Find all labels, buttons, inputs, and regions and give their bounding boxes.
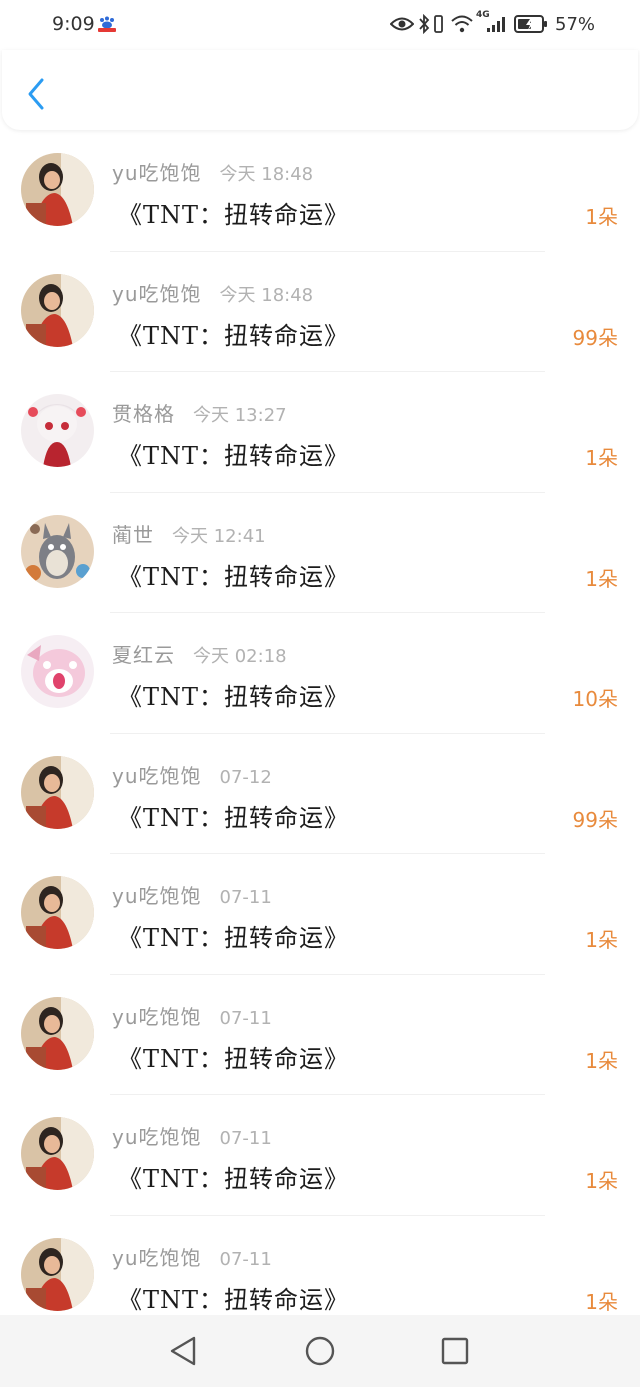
gift-meta: 蔺世 今天 12:41	[112, 519, 266, 548]
gift-meta: yu吃饱饱 今天 18:48	[112, 157, 313, 186]
list-item[interactable]: yu吃饱饱 今天 18:48 《TNT：扭转命运》 1朵	[0, 131, 640, 252]
avatar[interactable]	[21, 996, 94, 1070]
header-bar	[2, 50, 638, 130]
sender-name[interactable]: yu吃饱饱	[112, 161, 202, 185]
sender-name[interactable]: 蔺世	[112, 523, 154, 547]
list-item[interactable]: yu吃饱饱 今天 18:48 《TNT：扭转命运》 99朵	[0, 252, 640, 372]
gift-title: 《TNT：扭转命运》	[118, 442, 350, 470]
gift-count: 99朵	[572, 807, 618, 832]
gift-time: 07-11	[219, 1007, 272, 1029]
list-item[interactable]: 贯格格 今天 13:27 《TNT：扭转命运》 1朵	[0, 372, 640, 493]
status-bar: 9:09 4G 57%	[0, 0, 640, 50]
sender-name[interactable]: yu吃饱饱	[112, 282, 202, 306]
sender-name[interactable]: yu吃饱饱	[112, 764, 202, 788]
gift-time: 今天 13:27	[193, 405, 287, 426]
gift-title: 《TNT：扭转命运》	[118, 201, 350, 229]
back-button[interactable]	[20, 76, 52, 116]
sender-name[interactable]: yu吃饱饱	[112, 884, 202, 908]
sender-name[interactable]: 夏红云	[112, 643, 175, 667]
list-item[interactable]: 蔺世 今天 12:41 《TNT：扭转命运》 1朵	[0, 493, 640, 613]
bluetooth-icon	[418, 13, 430, 38]
gift-time: 07-11	[219, 887, 272, 908]
gift-time: 07-11	[219, 1128, 272, 1149]
gift-title: 《TNT：扭转命运》	[118, 924, 350, 952]
back-triangle-icon	[168, 1335, 198, 1371]
gift-time: 今天 18:48	[219, 284, 314, 306]
gift-count: 1朵	[585, 1289, 618, 1314]
gift-count: 10朵	[572, 687, 618, 711]
sender-name[interactable]: 贯格格	[112, 402, 175, 426]
avatar[interactable]	[21, 1117, 94, 1190]
battery-charging-icon	[514, 15, 548, 37]
avatar[interactable]	[21, 514, 94, 588]
gift-title: 《TNT：扭转命运》	[118, 803, 350, 832]
gift-count: 1朵	[585, 1169, 618, 1193]
gift-count: 1朵	[585, 1048, 618, 1073]
wifi-icon	[450, 14, 474, 38]
gift-time: 今天 02:18	[193, 646, 287, 667]
eye-icon	[389, 15, 415, 37]
gift-count: 1朵	[585, 928, 618, 952]
gift-time: 今天 18:48	[219, 164, 314, 185]
gift-time: 07-12	[219, 766, 272, 788]
gift-count: 1朵	[585, 566, 618, 591]
gift-meta: 夏红云 今天 02:18	[112, 639, 287, 668]
gift-meta: yu吃饱饱 07-11	[112, 1242, 272, 1271]
avatar[interactable]	[21, 755, 94, 829]
gift-meta: yu吃饱饱 07-11	[112, 880, 272, 909]
recents-square-icon	[440, 1336, 470, 1370]
gift-title: 《TNT：扭转命运》	[118, 683, 350, 711]
signal-icon	[486, 15, 506, 37]
nav-recents-button[interactable]	[435, 1333, 475, 1373]
avatar[interactable]	[21, 876, 94, 949]
gift-meta: yu吃饱饱 07-11	[112, 1121, 272, 1150]
gift-title: 《TNT：扭转命运》	[118, 1285, 350, 1314]
nav-home-button[interactable]	[300, 1333, 340, 1373]
battery-percent: 57%	[555, 14, 596, 35]
gift-meta: yu吃饱饱 07-11	[112, 1001, 272, 1030]
avatar[interactable]	[21, 635, 94, 708]
list-item[interactable]: yu吃饱饱 07-11 《TNT：扭转命运》 1朵	[0, 1095, 640, 1216]
sender-name[interactable]: yu吃饱饱	[112, 1125, 202, 1149]
avatar[interactable]	[21, 273, 94, 347]
gift-time: 07-11	[219, 1248, 272, 1270]
gift-meta: yu吃饱饱 今天 18:48	[112, 278, 313, 307]
status-time: 9:09	[52, 13, 95, 35]
gift-title: 《TNT：扭转命运》	[118, 321, 350, 350]
sender-name[interactable]: yu吃饱饱	[112, 1005, 202, 1029]
gift-count: 1朵	[585, 446, 618, 470]
sender-name[interactable]: yu吃饱饱	[112, 1246, 202, 1270]
system-nav-bar	[0, 1315, 640, 1387]
home-circle-icon	[304, 1335, 336, 1371]
gift-count: 99朵	[572, 325, 618, 350]
vibrate-icon	[432, 14, 444, 38]
gift-title: 《TNT：扭转命运》	[118, 1165, 350, 1193]
baidu-app-icon	[97, 15, 117, 33]
gift-meta: yu吃饱饱 07-12	[112, 760, 272, 789]
list-item[interactable]: yu吃饱饱 07-12 《TNT：扭转命运》 99朵	[0, 734, 640, 854]
chevron-left-icon	[26, 77, 46, 115]
gift-time: 今天 12:41	[172, 525, 266, 547]
gift-count: 1朵	[585, 205, 618, 229]
gift-title: 《TNT：扭转命运》	[118, 562, 350, 591]
gift-list: yu吃饱饱 今天 18:48 《TNT：扭转命运》 1朵 yu吃饱饱 今天 18:4…	[0, 131, 640, 1336]
list-item[interactable]: yu吃饱饱 07-11 《TNT：扭转命运》 1朵	[0, 854, 640, 975]
gift-title: 《TNT：扭转命运》	[118, 1044, 350, 1073]
list-item[interactable]: yu吃饱饱 07-11 《TNT：扭转命运》 1朵	[0, 975, 640, 1095]
gift-meta: 贯格格 今天 13:27	[112, 398, 287, 427]
avatar[interactable]	[21, 394, 94, 467]
avatar[interactable]	[21, 153, 94, 226]
avatar[interactable]	[21, 1237, 94, 1311]
nav-back-button[interactable]	[163, 1333, 203, 1373]
list-item[interactable]: 夏红云 今天 02:18 《TNT：扭转命运》 10朵	[0, 613, 640, 734]
